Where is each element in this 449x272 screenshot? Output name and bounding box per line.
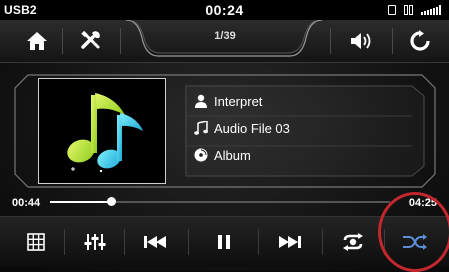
person-icon (195, 94, 207, 108)
toolbar-divider (120, 28, 121, 54)
artist-label: Interpret (214, 93, 263, 109)
controls-divider (64, 229, 65, 255)
equalizer-icon (84, 234, 106, 250)
playlist-button[interactable] (8, 217, 64, 267)
progress-bar[interactable] (50, 197, 390, 206)
elapsed-time: 00:44 (12, 197, 41, 209)
list-icon (27, 233, 45, 251)
music-note-icon (194, 121, 208, 135)
pause-button[interactable] (196, 217, 252, 267)
screen: USB2 00:24 1/39 Interpret Audio File 03 … (0, 0, 449, 272)
signal-icon (421, 5, 441, 15)
sd-card-icon (388, 5, 396, 15)
skip-back-icon (144, 236, 166, 248)
album-art (38, 78, 166, 184)
volume-button[interactable] (334, 20, 388, 62)
pause-icon (218, 235, 230, 249)
toolbar-divider (62, 28, 63, 54)
clock: 00:24 (205, 2, 244, 18)
refresh-button[interactable] (396, 20, 444, 62)
status-bar: USB2 00:24 (0, 0, 449, 20)
next-button[interactable] (262, 217, 318, 267)
controls-divider (258, 229, 259, 255)
storage-icon (404, 5, 413, 15)
status-icons (388, 4, 441, 16)
refresh-icon (410, 30, 430, 51)
controls-divider (124, 229, 125, 255)
now-playing-panel: Interpret Audio File 03 Album (14, 74, 436, 188)
highlight-circle (378, 192, 449, 272)
repeat-button[interactable] (325, 217, 381, 267)
tools-icon (81, 30, 100, 49)
skip-forward-icon (279, 236, 301, 248)
disc-icon (194, 148, 208, 162)
artist-row: Interpret (194, 91, 262, 111)
home-icon (27, 32, 47, 50)
title-row: Audio File 03 (194, 118, 290, 138)
top-toolbar: 1/39 (0, 20, 449, 63)
track-position-display: 1/39 (138, 20, 312, 54)
toolbar-divider (392, 28, 393, 54)
settings-button[interactable] (66, 20, 116, 62)
equalizer-button[interactable] (67, 217, 123, 267)
repeat-icon (343, 233, 363, 251)
controls-divider (188, 229, 189, 255)
controls-divider (322, 229, 323, 255)
volume-icon (351, 33, 371, 49)
previous-button[interactable] (127, 217, 183, 267)
album-row: Album (194, 145, 251, 165)
toolbar-divider (330, 28, 331, 54)
progress-knob[interactable] (107, 197, 117, 206)
progress-fill (50, 201, 112, 203)
music-notes-icon (67, 93, 143, 173)
home-button[interactable] (14, 20, 60, 62)
album-label: Album (214, 147, 251, 163)
title-label: Audio File 03 (214, 120, 290, 136)
track-count: 1/39 (214, 30, 236, 42)
